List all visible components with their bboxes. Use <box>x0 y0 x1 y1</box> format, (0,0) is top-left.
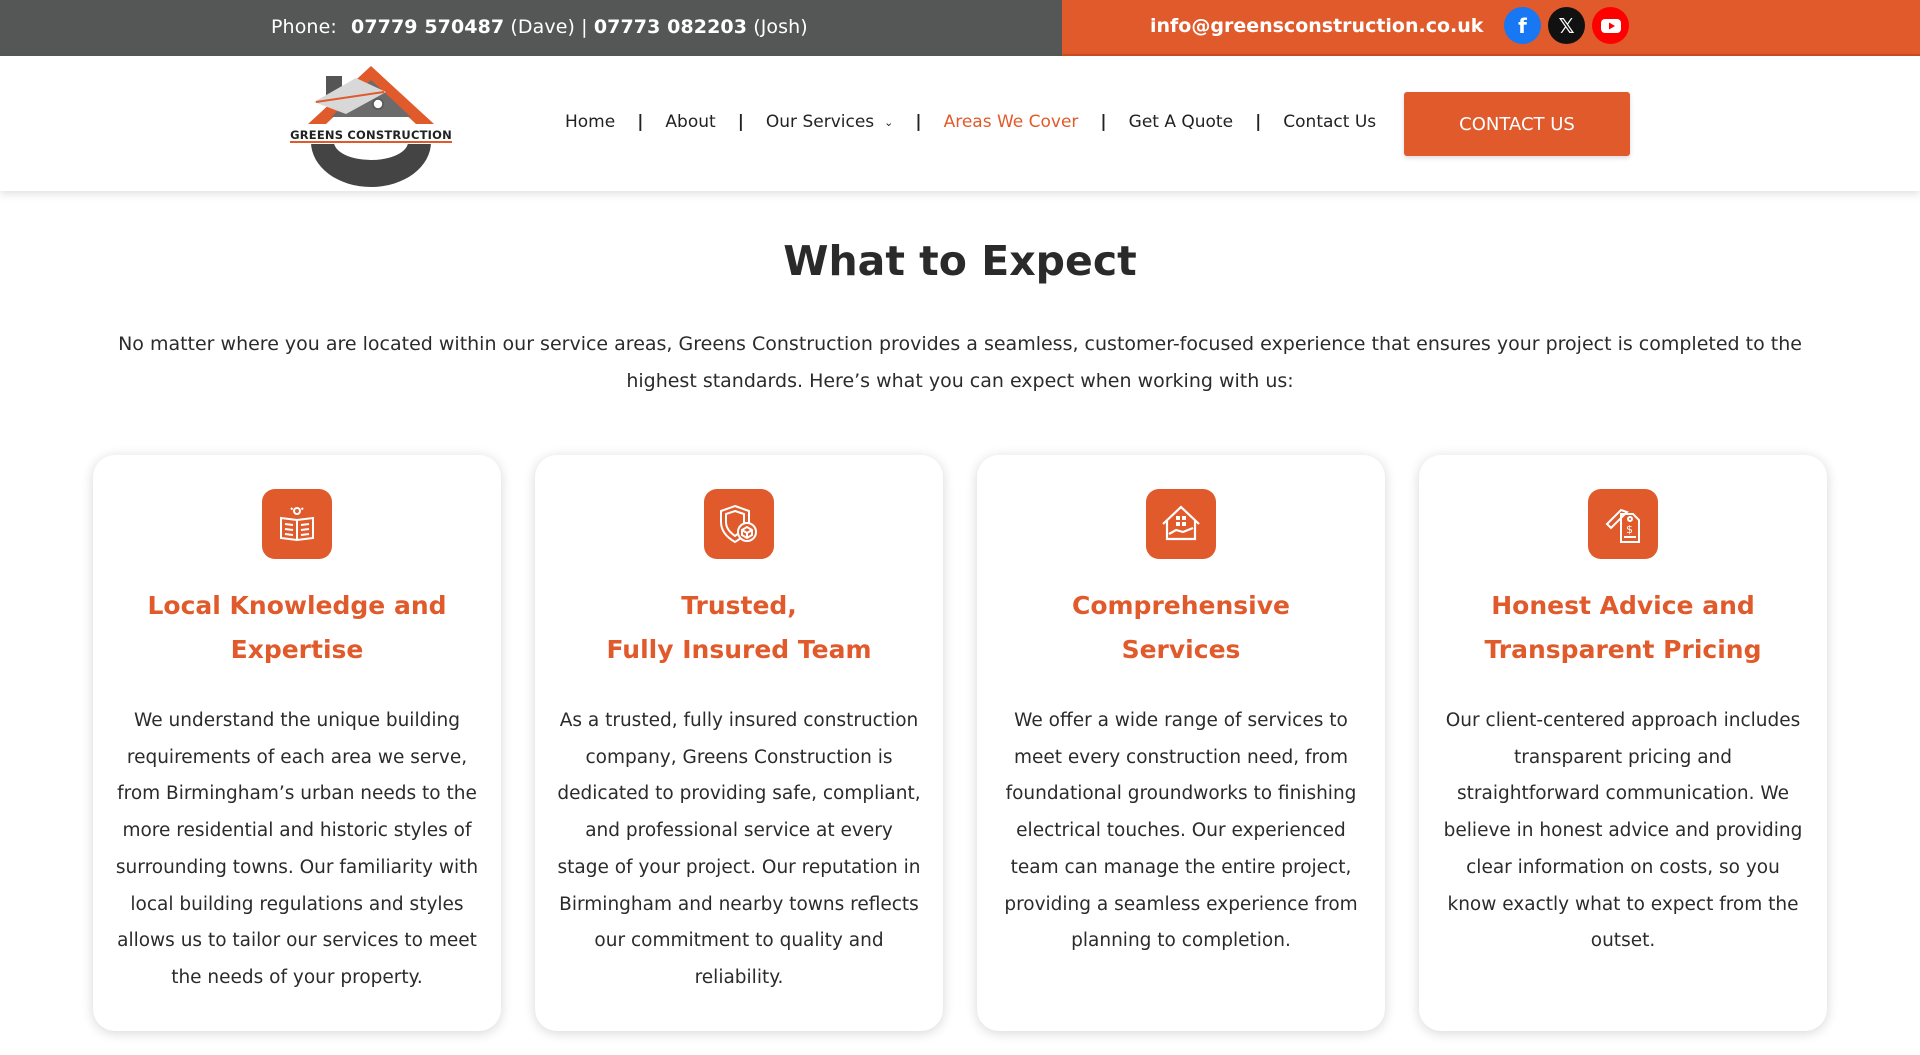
nav-our-services-label: Our Services <box>765 112 875 132</box>
feature-card: $ Honest Advice and Transparent Pricing … <box>1419 455 1827 1031</box>
nav-separator: | <box>637 112 644 132</box>
phone-line: Phone: 07779 570487 (Dave) | 07773 08220… <box>271 16 808 38</box>
card-text: We offer a wide range of services to mee… <box>1004 710 1358 952</box>
youtube-icon[interactable] <box>1592 7 1629 44</box>
nav-separator: | <box>915 112 922 132</box>
feature-card: Comprehensive Services We offer a wide r… <box>977 455 1385 1031</box>
feature-card: Local Knowledge and Expertise We underst… <box>93 455 501 1031</box>
card-text: As a trusted, fully insured construction… <box>557 710 921 988</box>
phone-name-dave: (Dave) <box>510 16 576 38</box>
feature-cards: Local Knowledge and Expertise We underst… <box>93 455 1827 1031</box>
card-title: Honest Advice and Transparent Pricing <box>1429 584 1817 672</box>
card-title-line: Local Knowledge and <box>147 591 447 620</box>
top-bar-email-area: info@greensconstruction.co.uk f 𝕏 <box>1062 0 1920 56</box>
nav-contact-us[interactable]: Contact Us <box>1283 112 1376 132</box>
phone-label: Phone: <box>271 16 337 38</box>
phone-number-josh[interactable]: 07773 082203 <box>594 16 747 38</box>
card-title-line: Services <box>1121 635 1241 664</box>
nav-home[interactable]: Home <box>565 112 615 132</box>
chevron-down-icon: ⌄ <box>884 116 894 129</box>
card-title-line: Honest Advice and <box>1491 591 1755 620</box>
nav-separator: | <box>737 112 744 132</box>
section-title: What to Expect <box>783 237 1137 285</box>
contact-us-button[interactable]: CONTACT US <box>1404 92 1630 156</box>
nav-get-a-quote[interactable]: Get A Quote <box>1129 112 1233 132</box>
card-title-line: Trusted, <box>681 591 797 620</box>
logo-text: GREENS CONSTRUCTION <box>290 128 452 142</box>
card-title: Local Knowledge and Expertise <box>103 584 491 672</box>
shield-box-icon <box>704 489 774 559</box>
nav-our-services[interactable]: Our Services ⌄ <box>766 112 893 132</box>
card-text: We understand the unique building requir… <box>115 710 479 988</box>
section-intro: No matter where you are located within o… <box>118 333 1802 392</box>
svg-text:$: $ <box>1626 523 1633 536</box>
site-header: GREENS CONSTRUCTION Home | About | Our S… <box>0 56 1920 191</box>
card-title-line: Transparent Pricing <box>1484 635 1762 664</box>
book-lightbulb-icon <box>262 489 332 559</box>
social-links: f 𝕏 <box>1504 7 1629 44</box>
nav-about[interactable]: About <box>665 112 715 132</box>
feature-card: Trusted, Fully Insured Team As a trusted… <box>535 455 943 1031</box>
card-title: Trusted, Fully Insured Team <box>545 584 933 672</box>
nav-separator: | <box>1255 112 1262 132</box>
nav-areas-we-cover[interactable]: Areas We Cover <box>944 112 1079 132</box>
card-title-line: Expertise <box>230 635 364 664</box>
house-hand-icon <box>1146 489 1216 559</box>
top-bar: Phone: 07779 570487 (Dave) | 07773 08220… <box>0 0 1920 56</box>
nav-separator: | <box>1100 112 1107 132</box>
x-icon[interactable]: 𝕏 <box>1548 7 1585 44</box>
email-link[interactable]: info@greensconstruction.co.uk <box>1150 15 1483 37</box>
facebook-icon[interactable]: f <box>1504 7 1541 44</box>
price-tag-icon: $ <box>1588 489 1658 559</box>
phone-number-dave[interactable]: 07779 570487 <box>351 16 504 38</box>
card-title-line: Fully Insured Team <box>606 635 872 664</box>
top-bar-contact-area: Phone: 07779 570487 (Dave) | 07773 08220… <box>0 0 1062 56</box>
phone-separator: | <box>581 16 588 38</box>
company-logo[interactable]: GREENS CONSTRUCTION <box>286 62 456 188</box>
card-text: Our client-centered approach includes tr… <box>1443 710 1803 952</box>
card-title: Comprehensive Services <box>987 584 1375 672</box>
card-title-line: Comprehensive <box>1071 591 1290 620</box>
phone-name-josh: (Josh) <box>753 16 808 38</box>
main-nav: Home | About | Our Services ⌄ | Areas We … <box>565 112 1376 132</box>
